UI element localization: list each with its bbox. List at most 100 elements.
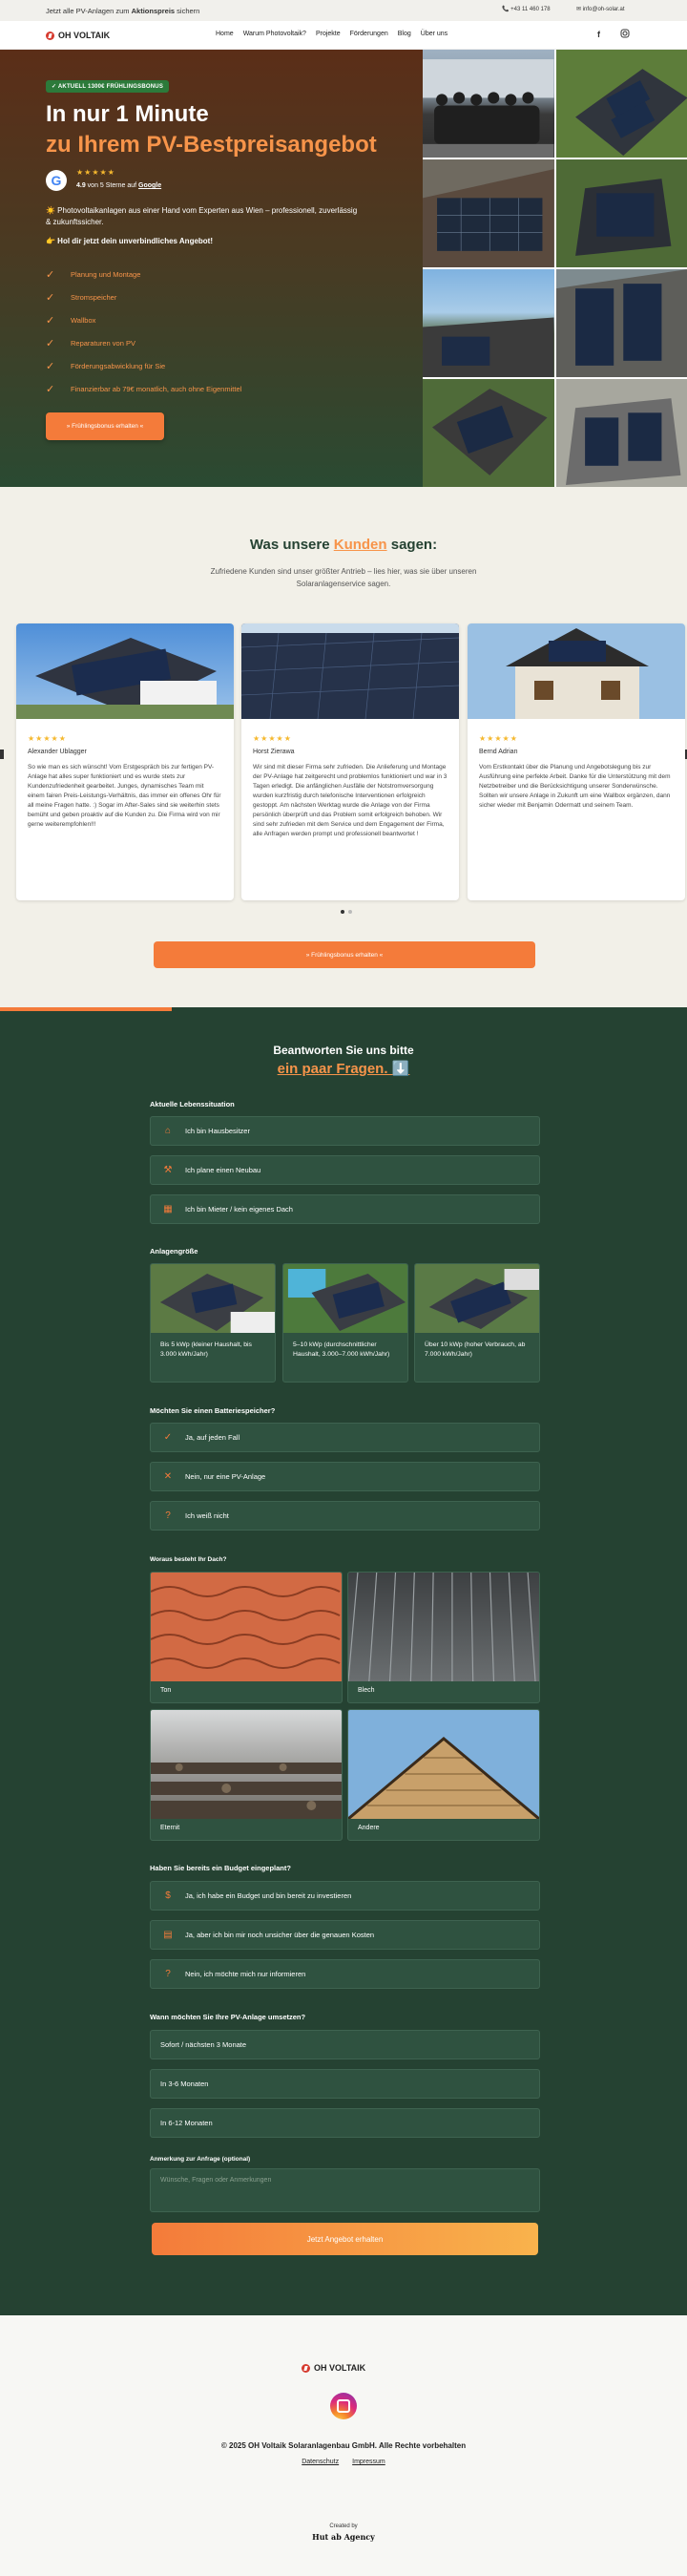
carousel-dot[interactable] (341, 910, 344, 914)
option-timeline-6-12m[interactable]: In 6-12 Monaten (150, 2108, 540, 2138)
option-budget-info[interactable]: ? Nein, ich möchte mich nur informieren (150, 1959, 540, 1989)
logo-mark-icon (46, 31, 54, 40)
phone-link[interactable]: 📞 +43 11 460 178 (502, 6, 551, 12)
form-title: Beantworten Sie uns bitte (273, 1044, 414, 1057)
option-tenant[interactable]: ▦ Ich bin Mieter / kein eigenes Dach (150, 1194, 540, 1224)
option-battery-unsure[interactable]: ? Ich weiß nicht (150, 1501, 540, 1531)
review-text: Vom Erstkontakt über die Planung und Ang… (479, 764, 671, 809)
agency-link[interactable]: Hut ab Agency (0, 2532, 687, 2542)
roof-photo (555, 379, 687, 487)
nav-link-warum[interactable]: Warum Photovoltaik? (243, 31, 306, 37)
question-battery: Möchten Sie einen Batteriespeicher? (150, 1406, 276, 1415)
phone-icon: 📞 (502, 7, 510, 12)
check-icon: ✓ (46, 360, 55, 372)
roof-photo (555, 159, 687, 267)
site-logo[interactable]: OH VOLTAIK (46, 31, 110, 40)
option-size-medium[interactable]: 5–10 kWp (durchschnittlicher Haushalt, 3… (282, 1263, 408, 1383)
review-card: ★★★★★ Horst Zierawa Wir sind mit dieser … (241, 623, 459, 900)
option-roof-tile[interactable]: Ton (150, 1572, 343, 1703)
question-icon: ? (165, 1969, 171, 1979)
size-photo (415, 1264, 539, 1333)
carousel-pagination (341, 910, 352, 914)
rating-stars: ★★★★★ (76, 168, 115, 177)
check-icon: ✓ (46, 268, 55, 281)
option-roof-eternit[interactable]: Eternit (150, 1709, 343, 1841)
nav-link-blog[interactable]: Blog (398, 31, 411, 37)
roof-photo (423, 379, 554, 487)
google-icon: G (46, 170, 67, 191)
copyright: © 2025 OH Voltaik Solaranlagenbau GmbH. … (220, 2441, 467, 2450)
review-text: Wir sind mit dieser Firma sehr zufrieden… (253, 764, 448, 837)
nav-link-projekte[interactable]: Projekte (316, 31, 341, 37)
email-link[interactable]: ✉ info@oh-solar.at (576, 6, 624, 12)
list-item: ✓ Finanzierbar ab 79€ monatlich, auch ohn… (46, 383, 242, 395)
list-item: ✓ Reparaturen von PV (46, 337, 135, 349)
footer-logo[interactable]: OH VOLTAIK (302, 2363, 365, 2373)
review-text: So wie man es sich wünscht! Vom Erstgesp… (28, 764, 221, 828)
build-icon: ⚒ (163, 1165, 173, 1175)
check-icon: ✓ (163, 1432, 173, 1443)
review-card: ★★★★★ Bernd Adrian Vom Erstkontakt über … (468, 623, 685, 900)
option-size-small[interactable]: Bis 5 kWp (kleiner Haushalt, bis 3.000 k… (150, 1263, 276, 1383)
option-timeline-3-6m[interactable]: In 3-6 Monaten (150, 2069, 540, 2099)
check-icon: ✓ (46, 291, 55, 304)
reviews-bonus-button[interactable]: » Frühlingsbonus erhalten « (154, 941, 535, 968)
option-battery-no[interactable]: ✕ Nein, nur eine PV-Anlage (150, 1462, 540, 1491)
nav-links: Home Warum Photovoltaik? Projekte Förder… (216, 31, 448, 37)
option-timeline-3m[interactable]: Sofort / nächsten 3 Monate (150, 2030, 540, 2059)
created-by-label: Created by (329, 2523, 358, 2529)
option-size-large[interactable]: Über 10 kWp (hoher Verbrauch, ab 7.000 k… (414, 1263, 540, 1383)
question-system-size: Anlagengröße (150, 1247, 198, 1256)
hero-title: In nur 1 Minute (46, 101, 209, 127)
google-rating: 4.9 von 5 Sterne auf Google (76, 182, 162, 189)
submit-button[interactable]: Jetzt Angebot erhalten (152, 2223, 538, 2255)
option-new-build[interactable]: ⚒ Ich plane einen Neubau (150, 1155, 540, 1185)
instagram-icon[interactable] (330, 2393, 357, 2419)
carousel-prev-arrow[interactable] (0, 750, 4, 759)
check-icon: ✓ (46, 314, 55, 327)
review-stars: ★★★★★ (28, 734, 67, 743)
note-textarea[interactable]: Wünsche, Fragen oder Anmerkungen (150, 2168, 540, 2212)
nav-link-home[interactable]: Home (216, 31, 234, 37)
imprint-link[interactable]: Impressum (352, 2459, 385, 2465)
list-item: ✓ Förderungsabwicklung für Sie (46, 360, 166, 372)
list-item: ✓ Stromspeicher (46, 291, 117, 304)
size-photo (283, 1264, 407, 1333)
question-note: Anmerkung zur Anfrage (optional) (150, 2156, 251, 2163)
list-item: ✓ Planung und Montage (46, 268, 141, 281)
option-battery-yes[interactable]: ✓ Ja, auf jeden Fall (150, 1423, 540, 1452)
close-icon: ✕ (163, 1471, 173, 1482)
review-author: Alexander Ublagger (28, 749, 87, 755)
option-budget-yes[interactable]: $ Ja, ich habe ein Budget und bin bereit … (150, 1881, 540, 1911)
form-title-highlight: ein paar Fragen. ⬇️ (277, 1061, 410, 1077)
service-checklist: ✓ Planung und Montage ✓ Stromspeicher ✓ Wal… (46, 263, 241, 400)
hero-bonus-button[interactable]: » Frühlingsbonus erhalten « (46, 412, 164, 440)
option-roof-metal[interactable]: Blech (347, 1572, 540, 1703)
review-stars: ★★★★★ (479, 734, 518, 743)
roof-photo (423, 269, 554, 377)
tile-roof-photo (151, 1573, 342, 1681)
nav-link-ueber-uns[interactable]: Über uns (421, 31, 448, 37)
review-author: Horst Zierawa (253, 749, 295, 755)
logo-mark-icon (302, 2363, 310, 2373)
roof-photo (555, 50, 687, 158)
question-living-situation: Aktuelle Lebenssituation (150, 1100, 235, 1109)
reviews-subtitle: Zufriedene Kunden sind unser größter Ant… (210, 567, 477, 588)
option-budget-unsure[interactable]: ▤ Ja, aber ich bin mir noch unsicher über… (150, 1920, 540, 1950)
hero-title-highlight: zu Ihrem PV-Bestpreisangebot (46, 132, 377, 158)
hero-intro: ☀️ Photovoltaikanlagen aus einer Hand vo… (46, 206, 358, 226)
instagram-icon[interactable] (620, 29, 630, 40)
option-roof-other[interactable]: Andere (347, 1709, 540, 1841)
top-bar: Jetzt alle PV-Anlagen zum Aktionspreis s… (0, 0, 687, 21)
privacy-link[interactable]: Datenschutz (302, 2459, 339, 2465)
hero-image-grid (423, 50, 687, 487)
size-photo (151, 1264, 275, 1333)
mail-icon: ✉ (576, 7, 582, 12)
option-homeowner[interactable]: ⌂ Ich bin Hausbesitzer (150, 1116, 540, 1146)
facebook-icon[interactable]: f (597, 30, 600, 39)
carousel-dot[interactable] (348, 910, 352, 914)
question-roof-material: Woraus besteht Ihr Dach? (150, 1556, 227, 1563)
question-icon: ? (165, 1510, 171, 1521)
form-progress-bar (0, 1007, 172, 1011)
nav-link-foerderungen[interactable]: Förderungen (350, 31, 388, 37)
